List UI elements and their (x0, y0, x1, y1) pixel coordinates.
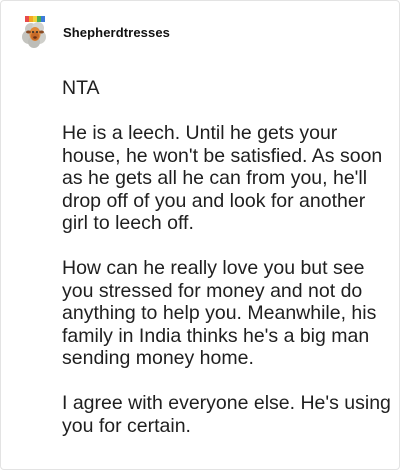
sheep-avatar-icon (22, 16, 46, 48)
comment-username[interactable]: Shepherdtresses (63, 25, 170, 40)
comment-header: Shepherdtresses (19, 15, 170, 49)
comment-paragraph: I agree with everyone else. He's using y… (62, 392, 391, 437)
comment-paragraph: How can he really love you but see you s… (62, 257, 377, 369)
comment-body: NTA He is a leech. Until he gets your ho… (62, 77, 394, 460)
comment-paragraph: He is a leech. Until he gets your house,… (62, 122, 383, 234)
comment-paragraph: NTA (62, 77, 100, 99)
user-avatar[interactable] (19, 15, 49, 49)
comment-card: Shepherdtresses NTA He is a leech. Until… (0, 0, 400, 470)
